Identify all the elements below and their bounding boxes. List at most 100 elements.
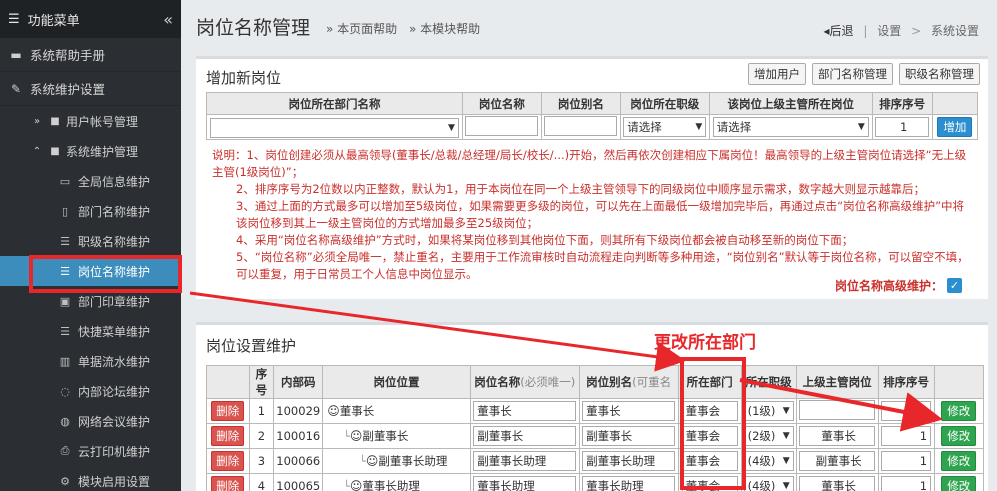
position-alias-field[interactable]: 董事长	[582, 401, 676, 421]
tree-connector: └	[359, 455, 366, 468]
position-alias-field[interactable]: 董事长助理	[582, 476, 676, 491]
table-row: 删除 4 100065 └☺董事长助理 董事长助理 董事长助理 董事会 (4级)…	[206, 473, 985, 491]
order-input[interactable]: 1	[875, 117, 930, 137]
add-panel-title: 增加新岗位	[206, 69, 282, 87]
advanced-maintenance-toggle[interactable]: 岗位名称高级维护： ✓	[835, 277, 962, 294]
position-table: 序号 内部码 岗位位置 岗位名称(必须唯一) 岗位别名(可重名 所在部门 所在职…	[206, 365, 985, 491]
level-name-manage-button[interactable]: 职级名称管理	[899, 63, 980, 85]
position-alias-field[interactable]: 副董事长助理	[582, 451, 676, 471]
serial-cell: 2	[248, 423, 275, 449]
sidebar-subgroup-label: 用户帐号管理	[66, 114, 139, 129]
dept-field[interactable]: 董事会	[681, 451, 738, 471]
col-header-superior: 上级主管岗位	[795, 365, 879, 399]
order-cell: 1	[877, 473, 935, 491]
advanced-checkbox[interactable]: ✓	[947, 278, 962, 293]
delete-cell: 删除	[206, 398, 250, 424]
edit-button[interactable]: 修改	[941, 451, 977, 471]
double-chevron-left-icon[interactable]: «	[163, 10, 173, 29]
superior-field[interactable]: 董事长	[799, 426, 876, 446]
col-header-serial: 序号	[248, 365, 275, 399]
order-field[interactable]: 1	[881, 451, 932, 471]
col-header-name: 岗位名称(必须唯一)	[469, 365, 580, 399]
sidebar-item-forum[interactable]: ◌ 内部论坛维护	[0, 376, 181, 406]
instruction-line: 说明：1、岗位创建必须从最高领导(董事长/总裁/总经理/局长/校长/...)开始…	[212, 148, 967, 179]
col-header-position: 岗位位置	[322, 365, 471, 399]
sidebar-item-position-names[interactable]: ☰ 岗位名称维护	[0, 256, 181, 286]
sidebar-subgroup-label: 系统维护管理	[66, 144, 139, 159]
sidebar-item-label: 系统维护设置	[30, 82, 106, 97]
sidebar-item-system-settings[interactable]: ✎ 系统维护设置	[0, 72, 181, 106]
dept-select[interactable]: ▼	[209, 117, 459, 138]
delete-button[interactable]: 删除	[211, 426, 245, 446]
sidebar-item-module-enable[interactable]: ⚙ 模块启用设置	[0, 466, 181, 491]
superior-field[interactable]: 副董事长	[799, 451, 876, 471]
chevron-down-icon: »	[33, 115, 41, 127]
chevron-down-icon: ▼	[695, 122, 703, 132]
person-icon: ☺	[327, 404, 340, 418]
sidebar-item-dept-stamps[interactable]: ▣ 部门印章维护	[0, 286, 181, 316]
col-header: 排序序号	[871, 92, 933, 115]
position-name-field[interactable]: 副董事长	[473, 426, 577, 446]
level-select[interactable]: (2级) ▼	[743, 426, 794, 446]
edit-button[interactable]: 修改	[941, 401, 977, 421]
add-user-button[interactable]: 增加用户	[748, 63, 806, 85]
dept-name-manage-button[interactable]: 部门名称管理	[812, 63, 893, 85]
delete-button[interactable]: 删除	[211, 451, 245, 471]
module-help-link[interactable]: » 本模块帮助	[409, 22, 480, 36]
page-help-link[interactable]: » 本页面帮助	[326, 22, 397, 36]
chevron-down-icon: ▼	[782, 431, 790, 441]
sidebar-item-dept-names[interactable]: ▯ 部门名称维护	[0, 196, 181, 226]
sidebar-subgroup-system-maintenance[interactable]: ⌃ ■ 系统维护管理	[0, 136, 181, 166]
level-select[interactable]: (4级) ▼	[743, 451, 794, 471]
order-field[interactable]: 1	[881, 476, 932, 491]
level-select[interactable]: (1级) ▼	[743, 401, 794, 421]
dept-field[interactable]: 董事会	[681, 426, 738, 446]
sidebar-item-web-meeting[interactable]: ◍ 网络会议维护	[0, 406, 181, 436]
order-field[interactable]: 1	[881, 426, 932, 446]
superior-field[interactable]: 董事长	[799, 476, 876, 491]
stamp-icon: ▣	[59, 294, 71, 308]
superior-field[interactable]	[799, 399, 876, 420]
position-name-input[interactable]	[465, 115, 539, 136]
order-cell: 1	[877, 423, 935, 449]
breadcrumb-item[interactable]: 设置	[877, 24, 901, 38]
sidebar-item-doc-serials[interactable]: ▥ 单据流水维护	[0, 346, 181, 376]
dept-field[interactable]: 董事会	[681, 476, 738, 491]
superior-select-value: 请选择	[716, 120, 752, 134]
edit-cell: 修改	[933, 473, 985, 491]
delete-button[interactable]: 删除	[211, 476, 245, 491]
sidebar-item-cloud-printer[interactable]: ⎙ 云打印机维护	[0, 436, 181, 466]
superior-cell: 请选择 ▼	[708, 114, 873, 140]
edit-button[interactable]: 修改	[941, 476, 977, 491]
position-alias-field[interactable]: 副董事长	[582, 426, 676, 446]
book-icon: ▬	[10, 47, 22, 62]
alias-cell: 副董事长助理	[578, 448, 679, 474]
col-header: 岗位所在职级	[619, 92, 710, 115]
sidebar-item-label: 部门印章维护	[78, 294, 151, 309]
breadcrumb: ◂后退 | 设置 > 系统设置	[824, 22, 979, 39]
back-link[interactable]: ◂后退	[824, 24, 854, 38]
position-name-field[interactable]: 董事长助理	[473, 476, 577, 491]
position-name-field[interactable]: 董事长	[473, 401, 577, 421]
position-name-field[interactable]: 副董事长助理	[473, 451, 577, 471]
order-field[interactable]: 1	[881, 401, 932, 421]
dept-cell: ▼	[206, 114, 463, 140]
sidebar-item-shortcut-menu[interactable]: ☰ 快捷菜单维护	[0, 316, 181, 346]
delete-button[interactable]: 删除	[211, 401, 245, 421]
sidebar-item-help-manual[interactable]: ▬ 系统帮助手册	[0, 38, 181, 72]
edit-button[interactable]: 修改	[941, 426, 977, 446]
sidebar-header: ☰ 功能菜单 «	[0, 0, 181, 38]
dept-field[interactable]: 董事会	[681, 401, 738, 421]
sidebar-subgroup-user-accounts[interactable]: » ■ 用户帐号管理	[0, 106, 181, 136]
position-alias-input[interactable]	[544, 115, 618, 136]
add-button[interactable]: 增加	[937, 117, 973, 137]
instruction-line: 4、采用“岗位名称高级维护”方式时，如果将某岗位移到其他岗位下面，则其所有下级岗…	[236, 233, 854, 247]
sidebar-item-global-info[interactable]: ▭ 全局信息维护	[0, 166, 181, 196]
breadcrumb-item[interactable]: 系统设置	[931, 24, 979, 38]
superior-select[interactable]: 请选择 ▼	[712, 117, 869, 137]
chevron-down-icon: ▼	[857, 122, 865, 132]
level-select[interactable]: 请选择 ▼	[623, 117, 707, 137]
sidebar-item-level-names[interactable]: ☰ 职级名称维护	[0, 226, 181, 256]
sidebar-item-label: 部门名称维护	[78, 204, 151, 219]
level-select[interactable]: (4级) ▼	[743, 476, 794, 491]
